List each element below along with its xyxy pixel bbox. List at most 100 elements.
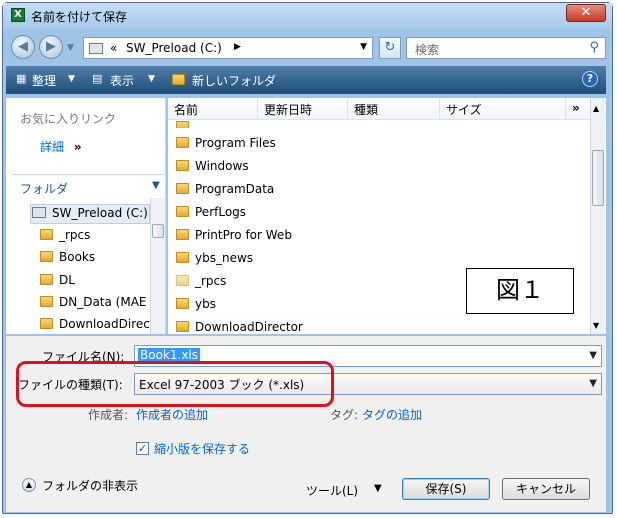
details-label[interactable]: 詳細 — [40, 140, 64, 154]
folder-icon — [176, 275, 189, 286]
tree-item-rpcs[interactable]: _rpcs — [40, 228, 90, 242]
folder-icon — [176, 321, 189, 332]
tree-scrollbar[interactable] — [150, 198, 165, 334]
folder-icon — [176, 206, 189, 217]
list-item[interactable]: DownloadDirector — [176, 320, 476, 334]
folder-icon — [176, 160, 189, 171]
list-item[interactable]: ybs_news — [176, 251, 476, 273]
filetype-highlight-annotation — [16, 361, 334, 407]
tree-scroll-thumb[interactable] — [152, 224, 164, 238]
list-item[interactable]: PerfLogs — [176, 205, 476, 227]
address-arrow-icon[interactable]: ▶ — [234, 42, 241, 52]
list-item[interactable]: PrintPro for Web — [176, 228, 476, 250]
list-item[interactable]: _rpcs — [176, 274, 476, 296]
list-item[interactable]: ProgramData — [176, 182, 476, 204]
tree-item-label: _rpcs — [59, 228, 91, 242]
folder-icon — [176, 121, 189, 128]
file-list-scrollbar[interactable]: ▲ ▼ — [590, 98, 605, 334]
more-columns-icon[interactable]: » — [572, 101, 580, 115]
filetype-dropdown-icon[interactable]: ▼ — [589, 378, 597, 389]
list-item-label: PerfLogs — [195, 205, 247, 219]
organize-icon: ▦ — [16, 72, 27, 85]
history-dropdown-icon[interactable]: ▼ — [67, 43, 74, 53]
folder-icon — [40, 251, 53, 262]
list-item[interactable]: ybs — [176, 297, 476, 319]
address-path[interactable]: SW_Preload (C:) — [126, 41, 222, 55]
list-item[interactable]: Windows — [176, 159, 476, 181]
filename-input[interactable]: Book1.xls — [138, 348, 201, 362]
filename-dropdown-icon[interactable]: ▼ — [589, 350, 597, 361]
list-item-label: DownloadDirector — [195, 320, 303, 334]
tree-item-drive[interactable]: SW_Preload (C:) — [32, 206, 148, 220]
views-dropdown-icon[interactable]: ▼ — [148, 74, 155, 84]
search-icon[interactable]: ⚲ — [589, 40, 599, 55]
address-bar[interactable]: « SW_Preload (C:) ▶ ▼ — [83, 37, 373, 59]
list-item-partial[interactable] — [176, 120, 476, 128]
drive-icon — [32, 207, 46, 218]
hide-folders-button[interactable]: フォルダの非表示 — [42, 477, 138, 494]
list-item-label: ProgramData — [195, 182, 275, 196]
back-button[interactable]: ◀ — [11, 35, 35, 59]
organize-dropdown-icon[interactable]: ▼ — [68, 74, 75, 84]
add-tag-link[interactable]: タグの追加 — [362, 406, 422, 423]
folders-divider — [12, 174, 164, 175]
forward-button[interactable]: ▶ — [39, 35, 63, 59]
list-item-label: _rpcs — [195, 274, 227, 288]
folders-collapse-icon[interactable]: ▼ — [152, 180, 160, 191]
folders-header[interactable]: フォルダ — [20, 180, 68, 197]
tree-item-label: SW_Preload (C:) — [52, 206, 148, 220]
help-icon[interactable]: ? — [582, 71, 598, 87]
folder-icon — [176, 252, 189, 263]
search-input[interactable]: 検索 — [415, 41, 439, 58]
navigation-pane: お気に入りリンク 詳細 » フォルダ ▼ SW_Preload (C:) _rp… — [6, 98, 166, 334]
column-header-type[interactable]: 種類 — [348, 98, 440, 120]
scroll-down-icon[interactable]: ▼ — [593, 321, 599, 330]
refresh-button[interactable]: ↻ — [379, 37, 401, 59]
details-chevron-icon[interactable]: » — [74, 140, 82, 154]
close-button[interactable]: ✕ — [566, 4, 606, 22]
tree-item-dl[interactable]: DL — [40, 273, 75, 287]
list-item-label: PrintPro for Web — [195, 228, 292, 242]
cancel-button[interactable]: キャンセル — [502, 478, 590, 500]
add-author-link[interactable]: 作成者の追加 — [136, 406, 208, 423]
save-button[interactable]: 保存(S) — [402, 478, 490, 500]
save-thumbnail-label[interactable]: 縮小版を保存する — [154, 440, 250, 457]
list-item[interactable]: Program Files — [176, 136, 476, 158]
save-thumbnail-checkbox[interactable]: ✓ — [136, 442, 149, 455]
views-menu[interactable]: 表示 — [110, 72, 134, 89]
list-item-label: ybs — [195, 297, 216, 311]
address-chevrons[interactable]: « — [110, 41, 117, 55]
views-icon: ▤ — [92, 72, 103, 85]
tags-label: タグ: — [330, 408, 359, 422]
folder-icon — [176, 229, 189, 240]
tree-item-dn-data[interactable]: DN_Data (MAE — [40, 295, 150, 309]
excel-app-icon: X — [11, 8, 25, 22]
tools-dropdown-icon[interactable]: ▼ — [374, 483, 382, 494]
folder-icon — [176, 183, 189, 194]
tree-item-label: DN_Data (MAE — [59, 295, 147, 309]
file-list-scroll-thumb[interactable] — [592, 150, 604, 206]
hide-folders-icon[interactable]: ▲ — [22, 478, 36, 492]
column-header-name[interactable]: 名前 — [168, 98, 258, 120]
folder-icon — [40, 296, 53, 307]
column-header-size[interactable]: サイズ — [440, 98, 566, 120]
tree-item-books[interactable]: Books — [40, 250, 95, 264]
address-dropdown-icon[interactable]: ▼ — [360, 42, 367, 52]
search-box[interactable]: 検索 ⚲ — [406, 37, 606, 59]
new-folder-button[interactable]: 新しいフォルダ — [192, 72, 276, 89]
details-toggle[interactable]: 詳細 » — [40, 138, 82, 155]
tree-item-downloaddirector[interactable]: DownloadDirec — [40, 317, 150, 331]
folder-icon — [40, 274, 53, 285]
favorite-links-header: お気に入りリンク — [20, 112, 117, 126]
tree-item-label: DL — [59, 273, 75, 287]
navigation-bar: ◀ ▶ ▼ « SW_Preload (C:) ▶ ▼ ↻ 検索 ⚲ — [3, 31, 612, 65]
column-header-date[interactable]: 更新日時 — [258, 98, 348, 120]
list-item-label: ybs_news — [195, 251, 254, 265]
tools-button[interactable]: ツール(L) — [306, 482, 358, 499]
list-item-label: Windows — [195, 159, 249, 173]
figure-label: 図１ — [466, 268, 574, 314]
scroll-up-icon[interactable]: ▲ — [593, 104, 599, 113]
new-folder-icon — [172, 74, 185, 85]
drive-icon — [89, 43, 103, 54]
organize-menu[interactable]: 整理 — [32, 72, 56, 89]
